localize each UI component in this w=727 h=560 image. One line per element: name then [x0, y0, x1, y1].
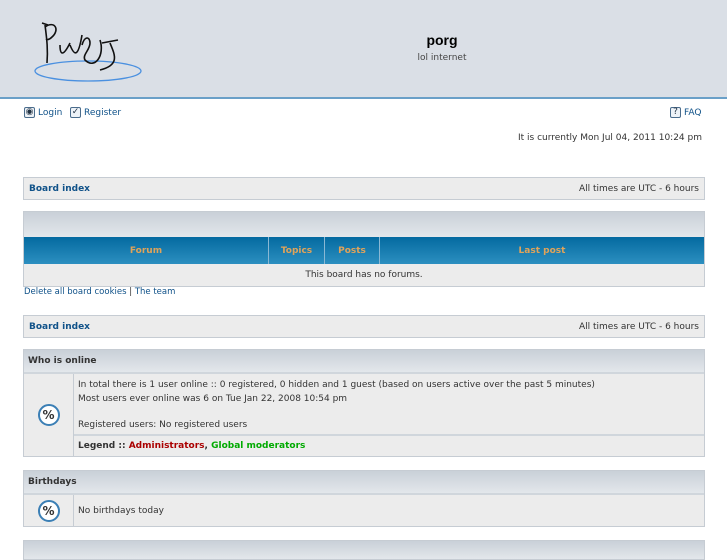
col-last-post: Last post: [518, 245, 566, 256]
registered-users: Registered users: No registered users: [78, 420, 248, 430]
team-link[interactable]: The team: [135, 287, 176, 297]
users-icon: %: [37, 499, 60, 522]
who-is-online-title: Who is online: [24, 350, 704, 374]
online-total: In total there is 1 user online :: 0 reg…: [78, 380, 595, 390]
login-label: Login: [38, 107, 63, 118]
forum-table-header: Forum Topics Posts Last post: [24, 237, 704, 264]
login-link[interactable]: ◉ Login: [24, 107, 62, 118]
who-is-online-panel: Who is online % In total there is 1 user…: [23, 349, 705, 457]
col-forum: Forum: [24, 237, 269, 264]
breadcrumb-bottom: Board index All times are UTC - 6 hours: [23, 315, 705, 338]
legend-administrators[interactable]: Administrators: [129, 441, 205, 451]
register-icon: ✓: [70, 107, 81, 118]
register-link[interactable]: ✓ Register: [70, 107, 121, 118]
users-icon: %: [37, 404, 60, 426]
forum-table-cap: [24, 212, 704, 237]
board-index-link[interactable]: Board index: [29, 322, 90, 332]
site-header: porg lol internet: [0, 0, 727, 99]
col-posts: Posts: [325, 237, 380, 264]
separator: |: [126, 287, 135, 297]
faq-label: FAQ: [684, 107, 702, 118]
who-is-online-icon-cell: %: [24, 374, 74, 456]
board-index-link[interactable]: Board index: [29, 184, 90, 194]
forum-table: Forum Topics Posts Last post This board …: [23, 211, 705, 287]
online-record: Most users ever online was 6 on Tue Jan …: [78, 394, 348, 404]
birthdays-icon-cell: %: [24, 495, 74, 526]
birthdays-message: No birthdays today: [78, 505, 164, 516]
birthdays-title: Birthdays: [24, 471, 704, 495]
register-label: Register: [84, 107, 122, 118]
legend-label: Legend ::: [78, 441, 129, 451]
timezone-text: All times are UTC - 6 hours: [578, 183, 699, 194]
col-topics: Topics: [269, 237, 325, 264]
breadcrumb-top: Board index All times are UTC - 6 hours: [23, 177, 705, 200]
legend: Legend :: Administrators, Global moderat…: [74, 436, 704, 456]
current-time: It is currently Mon Jul 04, 2011 10:24 p…: [517, 133, 702, 143]
next-panel: [23, 540, 705, 560]
site-title: porg: [426, 32, 458, 48]
legend-global-moderators[interactable]: Global moderators: [211, 441, 305, 451]
site-logo[interactable]: [30, 15, 145, 85]
empty-message: This board has no forums.: [305, 270, 423, 280]
timezone-text: All times are UTC - 6 hours: [578, 321, 699, 332]
faq-icon: ?: [670, 107, 681, 118]
footer-links: Delete all board cookies | The team: [24, 287, 175, 297]
site-description: lol internet: [417, 53, 467, 63]
login-icon: ◉: [24, 107, 35, 118]
birthdays-panel: Birthdays % No birthdays today: [23, 470, 705, 527]
faq-link[interactable]: ? FAQ: [670, 107, 701, 118]
delete-cookies-link[interactable]: Delete all board cookies: [24, 287, 127, 297]
